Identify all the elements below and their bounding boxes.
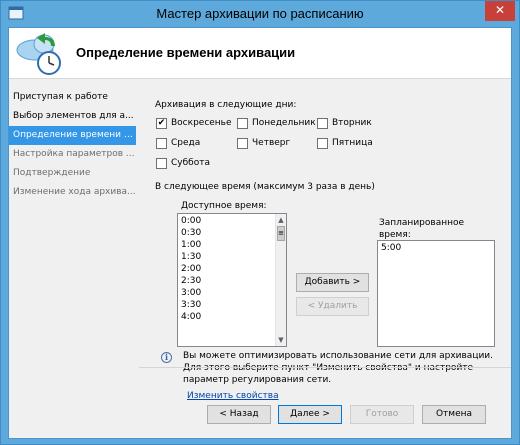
list-item[interactable]: 0:00 (181, 216, 201, 226)
checkbox-thursday[interactable] (237, 138, 248, 149)
nav-step-select-items[interactable]: Выбор элементов для а... (9, 107, 136, 126)
scroll-thumb[interactable]: ≡ (277, 226, 285, 241)
days-label: Архивация в следующие дни: (155, 100, 297, 110)
list-item[interactable]: 3:30 (181, 300, 201, 310)
cancel-button[interactable]: Отмена (422, 405, 486, 424)
wizard-steps-nav: Приступая к работе Выбор элементов для а… (9, 80, 136, 438)
list-item[interactable]: 4:00 (181, 312, 201, 322)
wizard-window: Мастер архивации по расписанию ✕ Определ… (0, 0, 520, 445)
list-item[interactable]: 2:00 (181, 264, 201, 274)
list-item[interactable]: 1:00 (181, 240, 201, 250)
window-title: Мастер архивации по расписанию (156, 6, 364, 21)
nav-step-configure-settings: Настройка параметров ... (13, 149, 135, 159)
checkbox-friday-label: Пятница (332, 138, 373, 148)
scroll-down-arrow-icon[interactable]: ▼ (276, 335, 286, 345)
nav-step-confirmation: Подтверждение (13, 168, 91, 178)
scheduled-time-list[interactable]: 5:00 (377, 240, 495, 347)
backup-clock-icon (16, 33, 61, 75)
checkbox-friday[interactable] (317, 138, 328, 149)
checkbox-thursday-label: Четверг (252, 138, 291, 148)
scheduled-time-label-1: Запланированное (379, 218, 465, 228)
add-time-button[interactable]: Добавить > (296, 273, 369, 292)
remove-time-button: < Удалить (296, 297, 369, 316)
checkbox-tuesday[interactable] (317, 118, 328, 129)
available-time-list[interactable]: 0:00 0:30 1:00 1:30 2:00 2:30 3:00 3:30 … (177, 213, 287, 347)
title-bar: Мастер архивации по расписанию ✕ (1, 1, 519, 27)
info-icon: i (161, 352, 172, 363)
checkbox-monday-label: Понедельник (252, 118, 316, 128)
nav-step-getting-started[interactable]: Приступая к работе (9, 88, 136, 107)
next-button[interactable]: Далее > (278, 405, 342, 424)
change-properties-link[interactable]: Изменить свойства (187, 391, 279, 401)
content-panel: Архивация в следующие дни: ✔ Воскресенье… (141, 80, 511, 401)
info-text: Вы можете оптимизировать использование с… (183, 351, 494, 385)
available-time-scrollbar[interactable]: ▲ ≡ ▼ (275, 214, 286, 346)
checkbox-sunday[interactable]: ✔ (156, 118, 167, 129)
list-item[interactable]: 3:00 (181, 288, 201, 298)
checkbox-sunday-label: Воскресенье (171, 118, 232, 128)
times-label: В следующее время (максимум 3 раза в ден… (155, 182, 375, 192)
nav-step-progress: Изменение хода архива... (13, 187, 136, 197)
close-button[interactable]: ✕ (485, 1, 515, 21)
checkbox-tuesday-label: Вторник (332, 118, 372, 128)
checkbox-wednesday-label: Среда (171, 138, 201, 148)
footer-divider (139, 367, 511, 368)
wizard-client: Определение времени архивации Приступая … (8, 27, 512, 439)
list-item[interactable]: 0:30 (181, 228, 201, 238)
list-item[interactable]: 1:30 (181, 252, 201, 262)
checkbox-saturday[interactable] (156, 158, 167, 169)
scroll-up-arrow-icon[interactable]: ▲ (276, 215, 286, 225)
checkbox-saturday-label: Суббота (171, 158, 210, 168)
finish-button: Готово (350, 405, 414, 424)
back-button[interactable]: < Назад (207, 405, 271, 424)
page-title: Определение времени архивации (76, 45, 296, 60)
available-time-label: Доступное время: (181, 201, 267, 211)
nav-step-specify-time[interactable]: Определение времени а... (9, 126, 136, 145)
list-item[interactable]: 5:00 (381, 243, 401, 253)
checkbox-monday[interactable] (237, 118, 248, 129)
scheduled-time-label-2: время: (379, 230, 411, 240)
list-item[interactable]: 2:30 (181, 276, 201, 286)
header-band: Определение времени архивации (9, 28, 511, 79)
checkbox-wednesday[interactable] (156, 138, 167, 149)
